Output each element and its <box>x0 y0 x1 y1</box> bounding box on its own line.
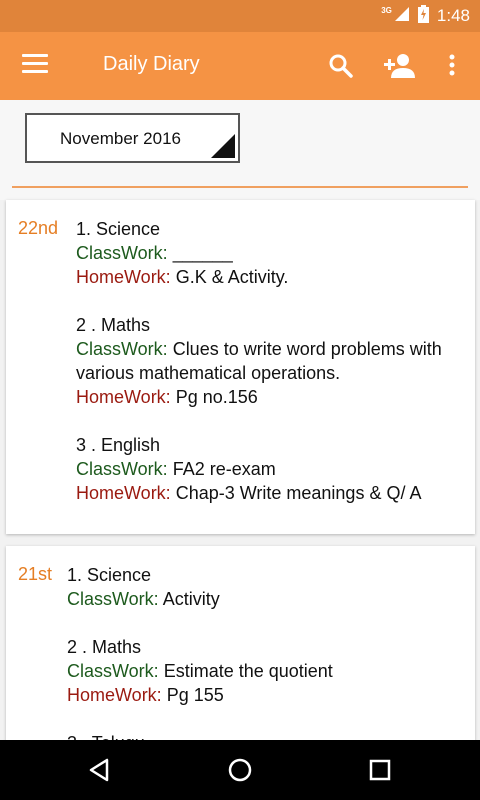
homework-value: Pg no.156 <box>170 387 258 407</box>
dropdown-corner-icon <box>211 134 235 158</box>
homework-value: G.K & Activity. <box>170 267 289 287</box>
homework-line: HomeWork: Pg no.156 <box>76 385 466 409</box>
homework-value: Chap-3 Write meanings & Q/ A <box>170 483 422 503</box>
diary-list[interactable]: 22nd 1. Science ClassWork: ______ HomeWo… <box>0 196 480 740</box>
month-filter-area: November 2016 <box>0 100 480 200</box>
recent-apps-icon[interactable] <box>365 755 395 785</box>
homework-label: HomeWork: <box>76 387 171 407</box>
homework-label: HomeWork: <box>76 267 171 287</box>
classwork-line: ClassWork: Clues to write word problems … <box>76 337 466 385</box>
more-options-icon[interactable] <box>436 50 468 82</box>
subject-title: 1. Science <box>76 219 161 239</box>
subject-entry: 1. Science ClassWork: Activity <box>67 563 466 611</box>
entry-date: 22nd <box>18 218 59 238</box>
homework-line: HomeWork: Chap-3 Write meanings & Q/ A <box>76 481 466 505</box>
page-title: Daily Diary <box>103 53 200 75</box>
subject-entry: 3 . English ClassWork: FA2 re-exam HomeW… <box>76 433 466 505</box>
classwork-label: ClassWork: <box>76 459 168 479</box>
classwork-line: ClassWork: ______ <box>76 241 466 265</box>
subject-entry: 3 . Telugu <box>67 731 466 740</box>
classwork-label: ClassWork: <box>76 339 168 359</box>
month-dropdown-value: November 2016 <box>60 129 181 148</box>
subject-title: 2 . Maths <box>67 637 142 657</box>
homework-label: HomeWork: <box>67 685 162 705</box>
classwork-label: ClassWork: <box>76 243 168 263</box>
classwork-value: Activity <box>158 589 220 609</box>
subject-title: 2 . Maths <box>76 315 151 335</box>
menu-icon[interactable] <box>22 54 48 78</box>
classwork-line: ClassWork: Estimate the quotient <box>67 659 466 683</box>
diary-card[interactable]: 22nd 1. Science ClassWork: ______ HomeWo… <box>6 200 475 534</box>
entry-date: 21st <box>18 564 53 584</box>
classwork-label: ClassWork: <box>67 589 159 609</box>
subject-title: 1. Science <box>67 565 152 585</box>
homework-value: Pg 155 <box>161 685 224 705</box>
signal-icon <box>394 6 410 27</box>
subject-title: 3 . English <box>76 435 161 455</box>
search-icon[interactable] <box>325 50 357 82</box>
classwork-value: ______ <box>167 243 233 263</box>
subject-title: 3 . Telugu <box>67 731 466 740</box>
divider <box>12 186 468 188</box>
subject-entry: 2 . Maths ClassWork: Estimate the quotie… <box>67 635 466 707</box>
homework-label: HomeWork: <box>76 483 171 503</box>
classwork-label: ClassWork: <box>67 661 159 681</box>
home-icon[interactable] <box>225 755 255 785</box>
homework-line: HomeWork: Pg 155 <box>67 683 466 707</box>
status-time: 1:48 <box>436 6 470 25</box>
network-type: 3G <box>381 5 392 15</box>
homework-line: HomeWork: G.K & Activity. <box>76 265 466 289</box>
classwork-value: FA2 re-exam <box>167 459 276 479</box>
add-person-icon[interactable] <box>383 50 415 82</box>
navigation-bar <box>0 740 480 800</box>
app-bar: Daily Diary <box>0 32 480 100</box>
subject-entry: 1. Science ClassWork: ______ HomeWork: G… <box>76 217 466 289</box>
status-bar: 3G 1:48 <box>0 0 480 32</box>
diary-card[interactable]: 21st 1. Science ClassWork: Activity 2 . … <box>6 546 475 740</box>
subject-entry: 2 . Maths ClassWork: Clues to write word… <box>76 313 466 409</box>
month-dropdown[interactable]: November 2016 <box>25 113 240 163</box>
classwork-line: ClassWork: Activity <box>67 587 466 611</box>
battery-icon <box>417 4 429 28</box>
classwork-line: ClassWork: FA2 re-exam <box>76 457 466 481</box>
back-icon[interactable] <box>85 755 115 785</box>
classwork-value: Estimate the quotient <box>158 661 333 681</box>
